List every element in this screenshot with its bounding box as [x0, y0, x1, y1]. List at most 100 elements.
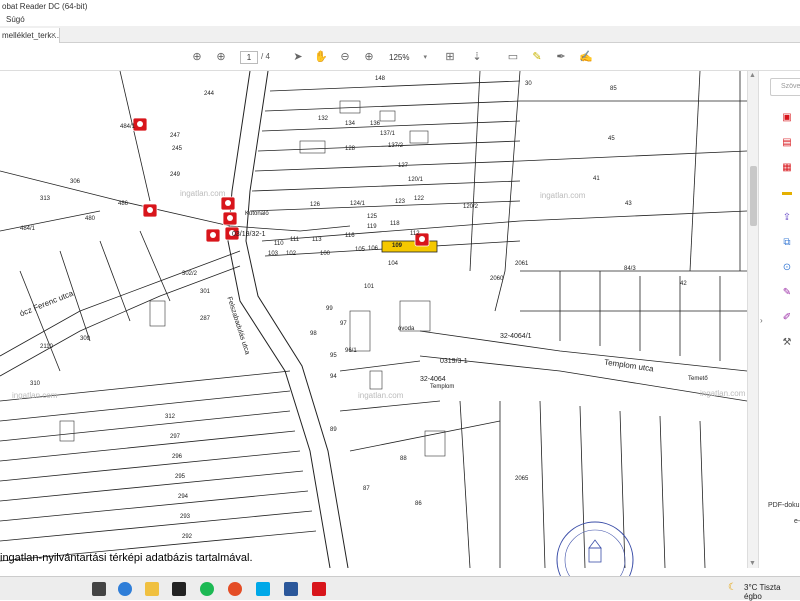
street-label: Templom utca	[603, 357, 655, 374]
chevron-down-icon: ▾	[423, 54, 427, 61]
edge-icon[interactable]	[118, 582, 132, 596]
parcel-number: 111	[290, 237, 300, 243]
parcel-number: 313	[40, 196, 51, 202]
zoom-value: 125%	[389, 53, 410, 62]
comment-tool-icon[interactable]: ▬	[781, 187, 793, 199]
parcel-number: 109	[392, 243, 403, 249]
task-view-icon[interactable]	[92, 582, 106, 596]
collapse-panel-icon[interactable]: ›	[760, 316, 763, 325]
vertical-scrollbar[interactable]: ▲ ▼	[747, 71, 758, 568]
fill-sign-icon[interactable]: ✍	[579, 50, 593, 64]
select-cursor-icon[interactable]: ➤	[291, 50, 305, 64]
parcel-number: 244	[204, 91, 215, 97]
watermark: ingatlan.com	[540, 191, 586, 200]
chrome-icon[interactable]	[228, 582, 242, 596]
map-labels: ócz Ferenc utca Templom utca Felszabadul…	[0, 71, 747, 568]
organize-pages-icon[interactable]: ⧉	[781, 237, 793, 249]
page-number-input[interactable]: 1	[240, 51, 258, 64]
parcel-number: 123	[395, 199, 406, 205]
parcel-number: 2061	[515, 261, 529, 267]
zoom-in-icon[interactable]: ⊕	[362, 50, 376, 64]
parcel-number: 100	[320, 251, 331, 257]
parcel-number: 118	[390, 221, 400, 227]
parcel-number: 486	[118, 201, 129, 207]
fill-sign-tool-icon[interactable]: ✎	[781, 287, 793, 299]
sign-icon[interactable]: ✐	[781, 312, 793, 324]
parcel-number: 134	[345, 121, 356, 127]
scan-icon[interactable]: ⊙	[781, 262, 793, 274]
app-icon[interactable]	[256, 582, 270, 596]
parcel-number: 113	[312, 237, 322, 243]
word-icon[interactable]	[284, 582, 298, 596]
tools-more-icon[interactable]: ⚒	[781, 337, 793, 349]
menu-help[interactable]: Súgó	[0, 13, 800, 26]
weather-text[interactable]: 3°C Tiszta égbo	[744, 583, 800, 601]
acrobat-icon[interactable]	[312, 582, 326, 596]
parcel-number: 292	[182, 534, 193, 540]
parcel-number: 98	[310, 331, 317, 337]
next-page-icon[interactable]: ⊕	[214, 50, 228, 64]
parcel-number: 30	[525, 81, 532, 87]
parcel-number: 148	[375, 76, 386, 82]
parcel-number: 105	[355, 247, 366, 253]
parcel-number: 301	[200, 289, 211, 295]
parcel-number: 2060	[490, 276, 504, 282]
pdf-document-view[interactable]: ócz Ferenc utca Templom utca Felszabadul…	[0, 71, 747, 568]
watermark: ingatlan.com	[358, 391, 404, 400]
highlight-icon[interactable]: ✎	[530, 50, 544, 64]
parcel-number: 297	[170, 434, 181, 440]
tools-search-input[interactable]: Szöve	[770, 78, 800, 96]
fit-page-icon[interactable]: ⊞	[443, 50, 457, 64]
pdf-doc-label-2: e-	[794, 518, 800, 525]
parcel-number: 87	[363, 486, 370, 492]
parcel-number: 310	[30, 381, 41, 387]
parcel-number: 124/1	[350, 201, 366, 207]
pdf-doc-label: PDF-doku	[768, 502, 800, 509]
taskbar: ☾ 3°C Tiszta égbo	[0, 576, 800, 601]
parcel-number: 120/2	[463, 204, 479, 210]
map-label: óvoda	[398, 326, 415, 332]
parcel-number: 480	[85, 216, 96, 222]
parcel-number: 97	[340, 321, 347, 327]
combine-files-icon[interactable]: ▤	[781, 137, 793, 149]
watermark: ingatlan.com	[12, 391, 58, 400]
draw-icon[interactable]: ✒	[554, 50, 568, 64]
scroll-thumb[interactable]	[750, 166, 757, 226]
previous-page-icon[interactable]: ⊕	[190, 50, 204, 64]
parcel-number: 484/1	[120, 124, 136, 130]
edit-pdf-icon[interactable]: ▦	[781, 162, 793, 174]
parcel-number: 136	[370, 121, 381, 127]
zoom-out-icon[interactable]: ⊖	[338, 50, 352, 64]
hand-tool-icon[interactable]: ✋	[314, 50, 328, 64]
scroll-up-icon[interactable]: ▲	[749, 72, 756, 79]
parcel-number: 125	[367, 214, 378, 220]
comment-icon[interactable]: ▭	[506, 50, 520, 64]
parcel-number: 2110	[40, 344, 53, 350]
parcel-number: 42	[680, 281, 687, 287]
file-explorer-icon[interactable]	[145, 582, 159, 596]
parcel-number: 122	[414, 196, 425, 202]
parcel-number: 86	[415, 501, 422, 507]
scroll-down-icon[interactable]: ▼	[749, 560, 756, 567]
create-pdf-icon[interactable]: ▣	[781, 112, 793, 124]
street-label: Kutonaló	[245, 211, 269, 217]
page-count: / 4	[261, 52, 270, 61]
parcel-number: 103	[268, 251, 279, 257]
document-tab[interactable]: melléklet_terk… ×	[0, 28, 60, 43]
toolbar: ⊕ ⊕ 1 / 4 ➤ ✋ ⊖ ⊕ 125% ▾ ⊞ ⇣ ▭ ✎ ✒ ✍	[0, 44, 800, 71]
spotify-icon[interactable]	[200, 582, 214, 596]
parcel-number: 102	[286, 251, 297, 257]
store-icon[interactable]	[172, 582, 186, 596]
parcel-number: 116	[345, 233, 355, 239]
parcel-number: 302/2	[182, 271, 198, 277]
parcel-number: 106	[368, 246, 379, 252]
parcel-id: 03/19/32-1	[232, 231, 266, 238]
parcel-number: 95	[330, 353, 337, 359]
parcel-number: 45	[608, 136, 615, 142]
parcel-number: 287	[200, 316, 211, 322]
close-tab-icon[interactable]: ×	[51, 28, 56, 43]
scroll-mode-icon[interactable]: ⇣	[470, 50, 484, 64]
zoom-select[interactable]: 125% ▾	[389, 51, 429, 64]
parcel-number: 85	[610, 86, 617, 92]
export-pdf-icon[interactable]: ⇪	[781, 212, 793, 224]
